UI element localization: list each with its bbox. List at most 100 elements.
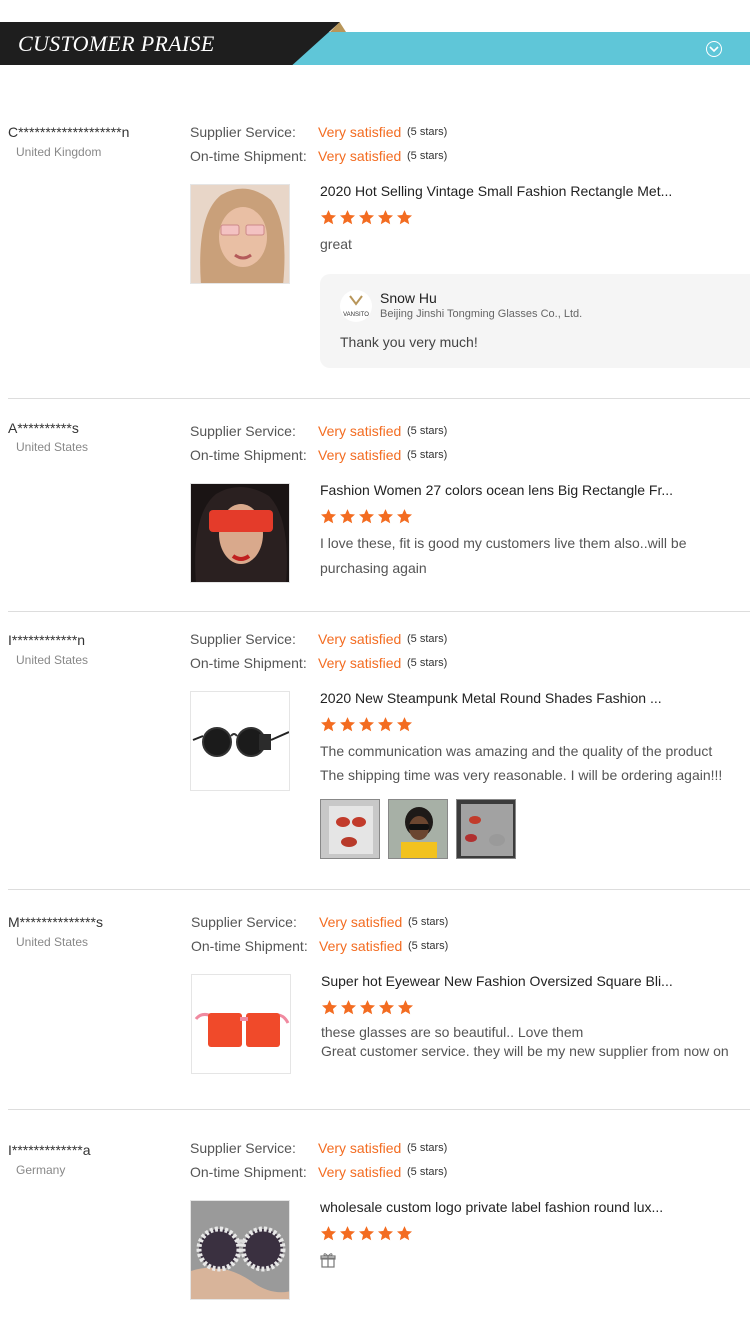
star-icon [397, 1000, 414, 1015]
ontime-shipment-value: Very satisfied [318, 447, 402, 463]
product-thumbnail[interactable] [190, 483, 290, 583]
ontime-shipment-value: Very satisfied [319, 938, 403, 954]
review-comment-line: I love these, fit is good my customers l… [320, 535, 687, 551]
review-comment-line: The communication was amazing and the qu… [320, 743, 713, 759]
star-icon [340, 1000, 357, 1015]
reviewer-country: Germany [16, 1163, 66, 1177]
ontime-shipment-label: On-time Shipment: [190, 1164, 307, 1180]
star-icon [320, 509, 337, 524]
star-icon [396, 509, 413, 524]
star-icon [320, 210, 337, 225]
ontime-shipment-stars: (5 stars) [407, 1166, 448, 1178]
ontime-shipment-label: On-time Shipment: [191, 938, 308, 954]
rating-stars [320, 1225, 415, 1243]
reviewer-name: M**************s [8, 914, 103, 930]
supplier-service-label: Supplier Service: [190, 1140, 296, 1156]
supplier-service-stars: (5 stars) [408, 916, 449, 928]
supplier-service-stars: (5 stars) [407, 425, 448, 437]
supplier-logo: VANSITO [340, 290, 372, 322]
review-photo[interactable] [388, 799, 448, 859]
product-title-link[interactable]: wholesale custom logo private label fash… [320, 1199, 663, 1215]
reviewer-country: United States [16, 440, 89, 454]
divider [8, 398, 750, 399]
rating-stars [320, 209, 415, 227]
rating-stars [320, 508, 415, 526]
supplier-service-stars: (5 stars) [407, 633, 448, 645]
review-comment-line: purchasing again [320, 560, 427, 576]
star-icon [339, 717, 356, 732]
product-thumbnail[interactable] [191, 974, 291, 1074]
chevron-down-icon[interactable] [706, 41, 722, 57]
ontime-shipment-value: Very satisfied [318, 1164, 402, 1180]
star-icon [358, 1226, 375, 1241]
ontime-shipment-value: Very satisfied [318, 655, 402, 671]
supplier-service-label: Supplier Service: [190, 423, 296, 439]
supplier-service-label: Supplier Service: [191, 914, 297, 930]
product-title-link[interactable]: 2020 Hot Selling Vintage Small Fashion R… [320, 183, 672, 199]
star-icon [358, 210, 375, 225]
star-icon [358, 509, 375, 524]
star-icon [377, 509, 394, 524]
rating-stars [320, 716, 415, 734]
star-icon [358, 717, 375, 732]
supplier-service-label: Supplier Service: [190, 631, 296, 647]
product-title-link[interactable]: 2020 New Steampunk Metal Round Shades Fa… [320, 690, 662, 706]
product-thumbnail[interactable] [190, 1200, 290, 1300]
product-title-link[interactable]: Super hot Eyewear New Fashion Oversized … [321, 973, 673, 989]
star-icon [396, 210, 413, 225]
reply-text: Thank you very much! [340, 334, 478, 350]
reply-company: Beijing Jinshi Tongming Glasses Co., Ltd… [380, 308, 583, 320]
rating-stars [321, 999, 416, 1017]
supplier-service-stars: (5 stars) [407, 126, 448, 138]
section-header: CUSTOMER PRAISE [0, 22, 750, 65]
star-icon [359, 1000, 376, 1015]
ontime-shipment-stars: (5 stars) [407, 657, 448, 669]
section-title: CUSTOMER PRAISE [18, 31, 215, 56]
supplier-service-stars: (5 stars) [407, 1142, 448, 1154]
review-photo[interactable] [456, 799, 516, 859]
star-icon [339, 509, 356, 524]
star-icon [339, 210, 356, 225]
supplier-reply: VANSITO Snow Hu Beijing Jinshi Tongming … [320, 274, 750, 368]
reply-author: Snow Hu [380, 290, 437, 306]
star-icon [339, 1226, 356, 1241]
product-thumbnail[interactable] [190, 184, 290, 284]
star-icon [377, 210, 394, 225]
review-comment-line: Great customer service. they will be my … [321, 1043, 729, 1059]
star-icon [320, 1226, 337, 1241]
review-photo[interactable] [320, 799, 380, 859]
reviewer-country: United States [16, 935, 89, 949]
ontime-shipment-stars: (5 stars) [408, 940, 449, 952]
ontime-shipment-label: On-time Shipment: [190, 447, 307, 463]
supplier-service-value: Very satisfied [318, 124, 402, 140]
reviewer-name: I*************a [8, 1142, 91, 1158]
reviewer-name: C*******************n [8, 124, 130, 140]
review-comment-line: The shipping time was very reasonable. I… [320, 767, 723, 783]
star-icon [378, 1000, 395, 1015]
reviewer-name: I************n [8, 632, 86, 648]
supplier-service-value: Very satisfied [318, 1140, 402, 1156]
ontime-shipment-value: Very satisfied [318, 148, 402, 164]
ontime-shipment-label: On-time Shipment: [190, 148, 307, 164]
review-comment: great [320, 236, 352, 252]
star-icon [321, 1000, 338, 1015]
star-icon [377, 717, 394, 732]
header-teal-bar [290, 32, 750, 65]
product-thumbnail[interactable] [190, 691, 290, 791]
ontime-shipment-stars: (5 stars) [407, 449, 448, 461]
star-icon [396, 1226, 413, 1241]
ontime-shipment-label: On-time Shipment: [190, 655, 307, 671]
reviewer-country: United Kingdom [16, 145, 102, 159]
gift-icon [320, 1252, 336, 1273]
supplier-logo-text: VANSITO [343, 312, 369, 318]
divider [8, 611, 750, 612]
review-comment-line: these glasses are so beautiful.. Love th… [321, 1024, 584, 1040]
product-title-link[interactable]: Fashion Women 27 colors ocean lens Big R… [320, 482, 673, 498]
supplier-service-value: Very satisfied [318, 423, 402, 439]
reviewer-country: United States [16, 653, 89, 667]
divider [8, 889, 750, 890]
star-icon [396, 717, 413, 732]
star-icon [320, 717, 337, 732]
star-icon [377, 1226, 394, 1241]
ontime-shipment-stars: (5 stars) [407, 150, 448, 162]
